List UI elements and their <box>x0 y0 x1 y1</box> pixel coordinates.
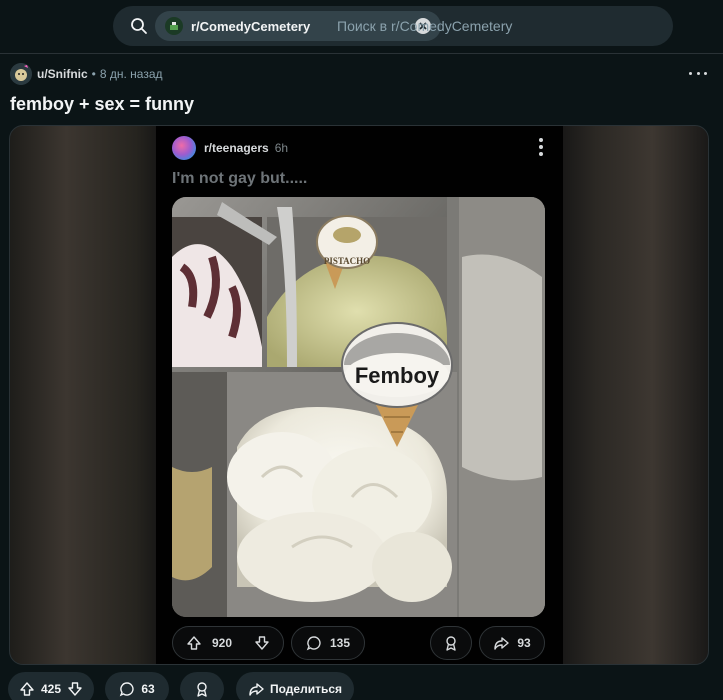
post-media[interactable]: r/teenagers 6h I'm not gay but..... PIST… <box>9 125 709 665</box>
top-bar: r/ComedyCemetery Поиск в r/ComedyCemeter… <box>0 0 723 54</box>
post-header: u/Snifnic • 8 дн. назад <box>10 62 163 86</box>
upvote-icon[interactable] <box>19 681 35 697</box>
meta-separator: • <box>91 67 96 81</box>
search-bar[interactable]: r/ComedyCemetery Поиск в r/ComedyCemeter… <box>113 6 673 46</box>
embedded-overflow-icon <box>539 138 543 156</box>
award-button[interactable] <box>180 672 224 700</box>
embedded-action-bar: 920 135 93 <box>172 626 545 660</box>
embedded-upvote-count: 920 <box>211 636 233 650</box>
embedded-subreddit-avatar <box>172 136 196 160</box>
search-icon <box>129 16 149 36</box>
vote-group: 425 <box>8 672 94 700</box>
embedded-comment-icon <box>306 635 322 651</box>
pistacho-sign-label: PISTACHO <box>324 256 370 266</box>
post-overflow-menu-icon[interactable] <box>689 66 707 80</box>
community-icon <box>165 17 183 35</box>
embedded-post-title: I'm not gay but..... <box>172 170 308 187</box>
share-button[interactable]: Поделиться <box>236 672 354 700</box>
comment-icon <box>119 681 135 697</box>
post-title[interactable]: femboy + sex = funny <box>10 94 194 115</box>
embedded-award-icon <box>443 635 459 651</box>
comment-count: 63 <box>141 682 155 696</box>
embedded-post-header: r/teenagers 6h <box>172 136 288 160</box>
comments-button[interactable]: 63 <box>105 672 169 700</box>
embedded-comments: 135 <box>291 626 365 660</box>
embedded-post-time: 6h <box>274 141 289 155</box>
community-chip-label: r/ComedyCemetery <box>191 18 311 34</box>
ice-cream-photo: PISTACHO Femboy <box>172 197 545 617</box>
post-action-bar: 425 63 Поделиться <box>0 672 723 700</box>
embedded-share-count: 93 <box>517 636 531 650</box>
post-author[interactable]: u/Snifnic <box>37 67 88 81</box>
search-placeholder[interactable]: Поиск в r/ComedyCemetery <box>337 18 512 34</box>
embedded-vote-group: 920 <box>172 626 284 660</box>
embedded-screenshot: r/teenagers 6h I'm not gay but..... PIST… <box>156 126 563 664</box>
user-avatar[interactable] <box>10 63 32 85</box>
embedded-share: 93 <box>479 626 545 660</box>
post-time: 8 дн. назад <box>99 67 163 81</box>
award-icon <box>194 681 210 697</box>
embedded-award <box>430 626 472 660</box>
upvote-count: 425 <box>40 682 62 696</box>
share-icon <box>248 681 264 697</box>
embedded-upvote-icon <box>186 635 202 651</box>
embedded-share-icon <box>493 635 510 651</box>
embedded-subreddit: r/teenagers <box>204 141 269 155</box>
downvote-icon[interactable] <box>67 681 83 697</box>
embedded-comment-count: 135 <box>329 636 351 650</box>
share-label: Поделиться <box>269 682 343 696</box>
femboy-sign-label: Femboy <box>355 363 440 388</box>
embedded-downvote-icon <box>254 635 270 651</box>
